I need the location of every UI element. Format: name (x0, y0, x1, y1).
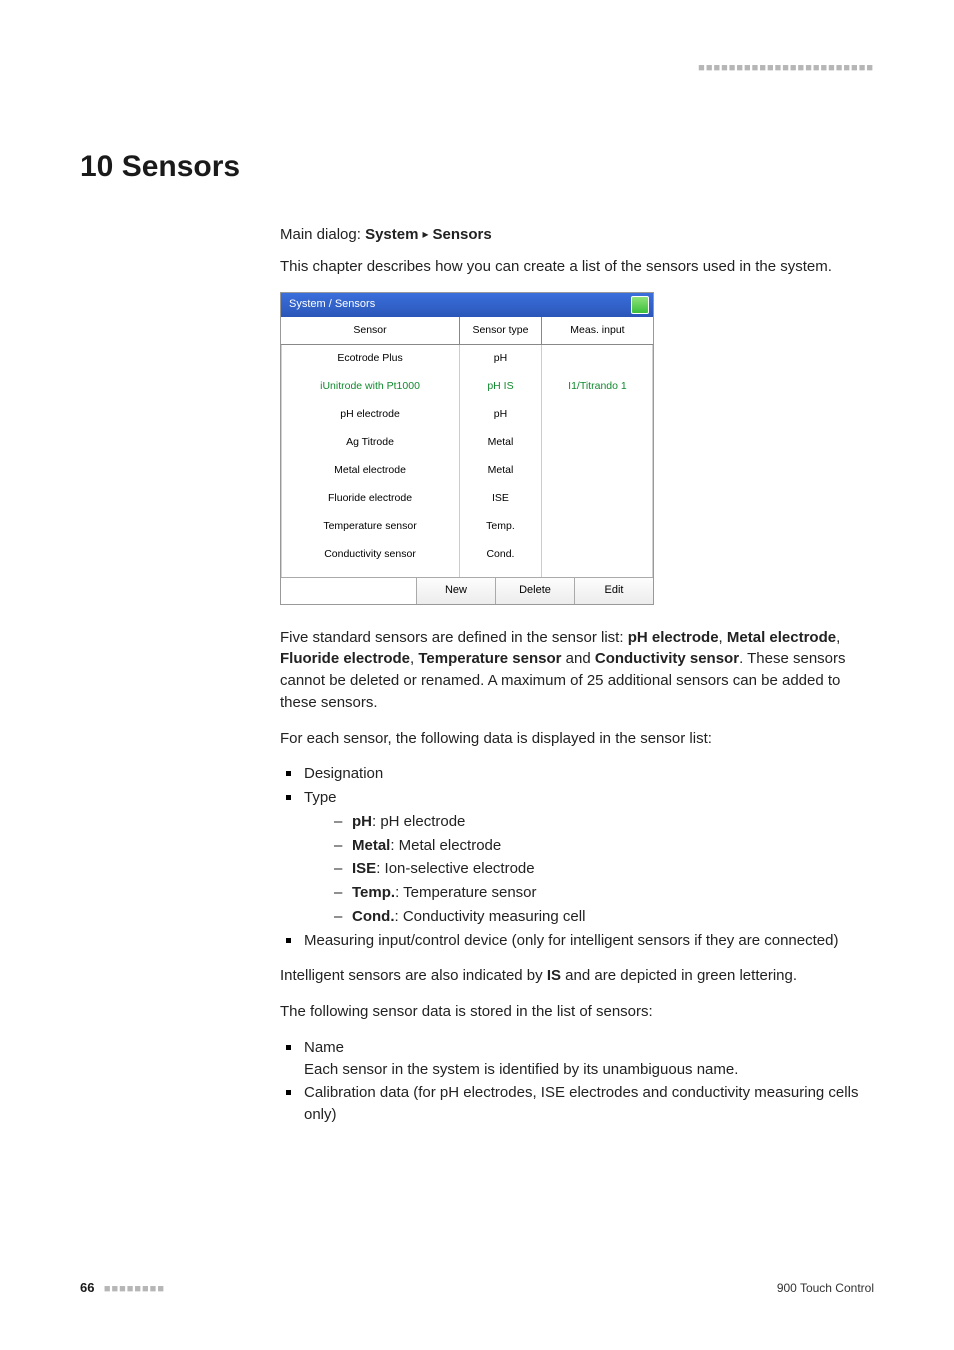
text: and (561, 650, 594, 667)
cell-type: pH (460, 401, 542, 429)
text: : Ion-selective electrode (376, 860, 534, 877)
page-footer: 66 ■■■■■■■■ 900 Touch Control (80, 1280, 874, 1295)
cell-input (541, 485, 653, 513)
table-row[interactable]: Ecotrode Plus pH (281, 344, 653, 373)
text: and are depicted in green lettering. (561, 967, 797, 984)
table-row[interactable]: iUnitrode with Pt1000 pH IS I1/Titrando … (281, 373, 653, 401)
list-item: Metal: Metal electrode (334, 835, 874, 857)
breadcrumb: Main dialog: System▸Sensors (280, 224, 874, 246)
cell-input (541, 344, 653, 373)
cell-sensor: Fluoride electrode (281, 485, 460, 513)
breadcrumb-arrow-icon: ▸ (422, 226, 428, 243)
cell-type: pH (460, 344, 542, 373)
cell-input: I1/Titrando 1 (541, 373, 653, 401)
col-sensor: Sensor (281, 317, 460, 345)
cell-input (541, 541, 653, 569)
breadcrumb-prefix: Main dialog: (280, 226, 365, 243)
text-bold: Temp. (352, 884, 395, 901)
cell-sensor: Conductivity sensor (281, 541, 460, 569)
cell-sensor: Metal electrode (281, 457, 460, 485)
list-item: Cond.: Conductivity measuring cell (334, 906, 874, 928)
text: , (836, 629, 840, 646)
cell-input (541, 401, 653, 429)
cell-input (541, 429, 653, 457)
text: : Metal electrode (390, 837, 501, 854)
text-bold: ISE (352, 860, 376, 877)
list-item: Designation (280, 763, 874, 785)
displayed-data-list: Designation Type pH: pH electrode Metal:… (280, 763, 874, 951)
sensors-dialog: System / Sensors Sensor Sensor type Meas… (280, 292, 654, 605)
new-button[interactable]: New (416, 578, 495, 604)
intelligent-paragraph: Intelligent sensors are also indicated b… (280, 965, 874, 987)
cell-sensor: iUnitrode with Pt1000 (281, 373, 460, 401)
dialog-button-row: New Delete Edit (281, 577, 653, 604)
table-row[interactable]: Ag Titrode Metal (281, 429, 653, 457)
text-bold: Conductivity sensor (595, 650, 739, 667)
cell-input (541, 513, 653, 541)
cell-sensor: Ecotrode Plus (281, 344, 460, 373)
dialog-title: System / Sensors (289, 297, 375, 313)
cell-sensor: pH electrode (281, 401, 460, 429)
col-meas-input: Meas. input (541, 317, 653, 345)
cell-type: Metal (460, 429, 542, 457)
dialog-titlebar: System / Sensors (281, 293, 653, 317)
text-bold: Metal (352, 837, 390, 854)
delete-button[interactable]: Delete (495, 578, 574, 604)
cell-sensor: Ag Titrode (281, 429, 460, 457)
text-bold: Cond. (352, 908, 395, 925)
table-row[interactable]: Conductivity sensor Cond. (281, 541, 653, 569)
text: Five standard sensors are defined in the… (280, 629, 628, 646)
sensors-table: Sensor Sensor type Meas. input Ecotrode … (281, 317, 653, 577)
text: : Temperature sensor (395, 884, 536, 901)
breadcrumb-system: System (365, 226, 418, 243)
table-row[interactable]: Fluoride electrode ISE (281, 485, 653, 513)
cell-type: Temp. (460, 513, 542, 541)
list-item: Measuring input/control device (only for… (280, 930, 874, 952)
text-bold: Fluoride electrode (280, 650, 410, 667)
table-row[interactable]: Temperature sensor Temp. (281, 513, 653, 541)
stored-data-list: Name Each sensor in the system is identi… (280, 1037, 874, 1126)
col-sensor-type: Sensor type (460, 317, 542, 345)
list-item: Type pH: pH electrode Metal: Metal elect… (280, 787, 874, 928)
text-bold: Temperature sensor (418, 650, 561, 667)
list-item-label: Name (304, 1039, 344, 1056)
list-item: Temp.: Temperature sensor (334, 882, 874, 904)
list-item-desc: Each sensor in the system is identified … (304, 1061, 738, 1078)
text: Intelligent sensors are also indicated b… (280, 967, 547, 984)
text: : pH electrode (372, 813, 465, 830)
list-item-label: Type (304, 789, 337, 806)
standard-sensors-paragraph: Five standard sensors are defined in the… (280, 627, 874, 714)
list-item: ISE: Ion-selective electrode (334, 858, 874, 880)
text-bold: IS (547, 967, 561, 984)
page-number: 66 (80, 1280, 94, 1295)
help-icon[interactable] (631, 296, 649, 314)
text: , (719, 629, 727, 646)
foreach-paragraph: For each sensor, the following data is d… (280, 728, 874, 750)
text-bold: Metal electrode (727, 629, 836, 646)
type-sublist: pH: pH electrode Metal: Metal electrode … (334, 811, 874, 928)
list-item: Name Each sensor in the system is identi… (280, 1037, 874, 1081)
list-item: pH: pH electrode (334, 811, 874, 833)
text: : Conductivity measuring cell (395, 908, 586, 925)
table-row[interactable]: Metal electrode Metal (281, 457, 653, 485)
cell-input (541, 457, 653, 485)
header-dots: ■■■■■■■■■■■■■■■■■■■■■■■ (698, 62, 874, 74)
table-row[interactable]: pH electrode pH (281, 401, 653, 429)
cell-type: Cond. (460, 541, 542, 569)
edit-button[interactable]: Edit (574, 578, 653, 604)
cell-type: ISE (460, 485, 542, 513)
cell-type: Metal (460, 457, 542, 485)
list-item: Calibration data (for pH electrodes, ISE… (280, 1082, 874, 1126)
stored-paragraph: The following sensor data is stored in t… (280, 1001, 874, 1023)
product-name: 900 Touch Control (777, 1281, 874, 1295)
intro-paragraph: This chapter describes how you can creat… (280, 256, 874, 278)
cell-sensor: Temperature sensor (281, 513, 460, 541)
breadcrumb-sensors: Sensors (432, 226, 491, 243)
footer-dots: ■■■■■■■■ (104, 1283, 165, 1295)
text-bold: pH (352, 813, 372, 830)
cell-type: pH IS (460, 373, 542, 401)
text-bold: pH electrode (628, 629, 719, 646)
chapter-title: 10 Sensors (80, 150, 874, 184)
